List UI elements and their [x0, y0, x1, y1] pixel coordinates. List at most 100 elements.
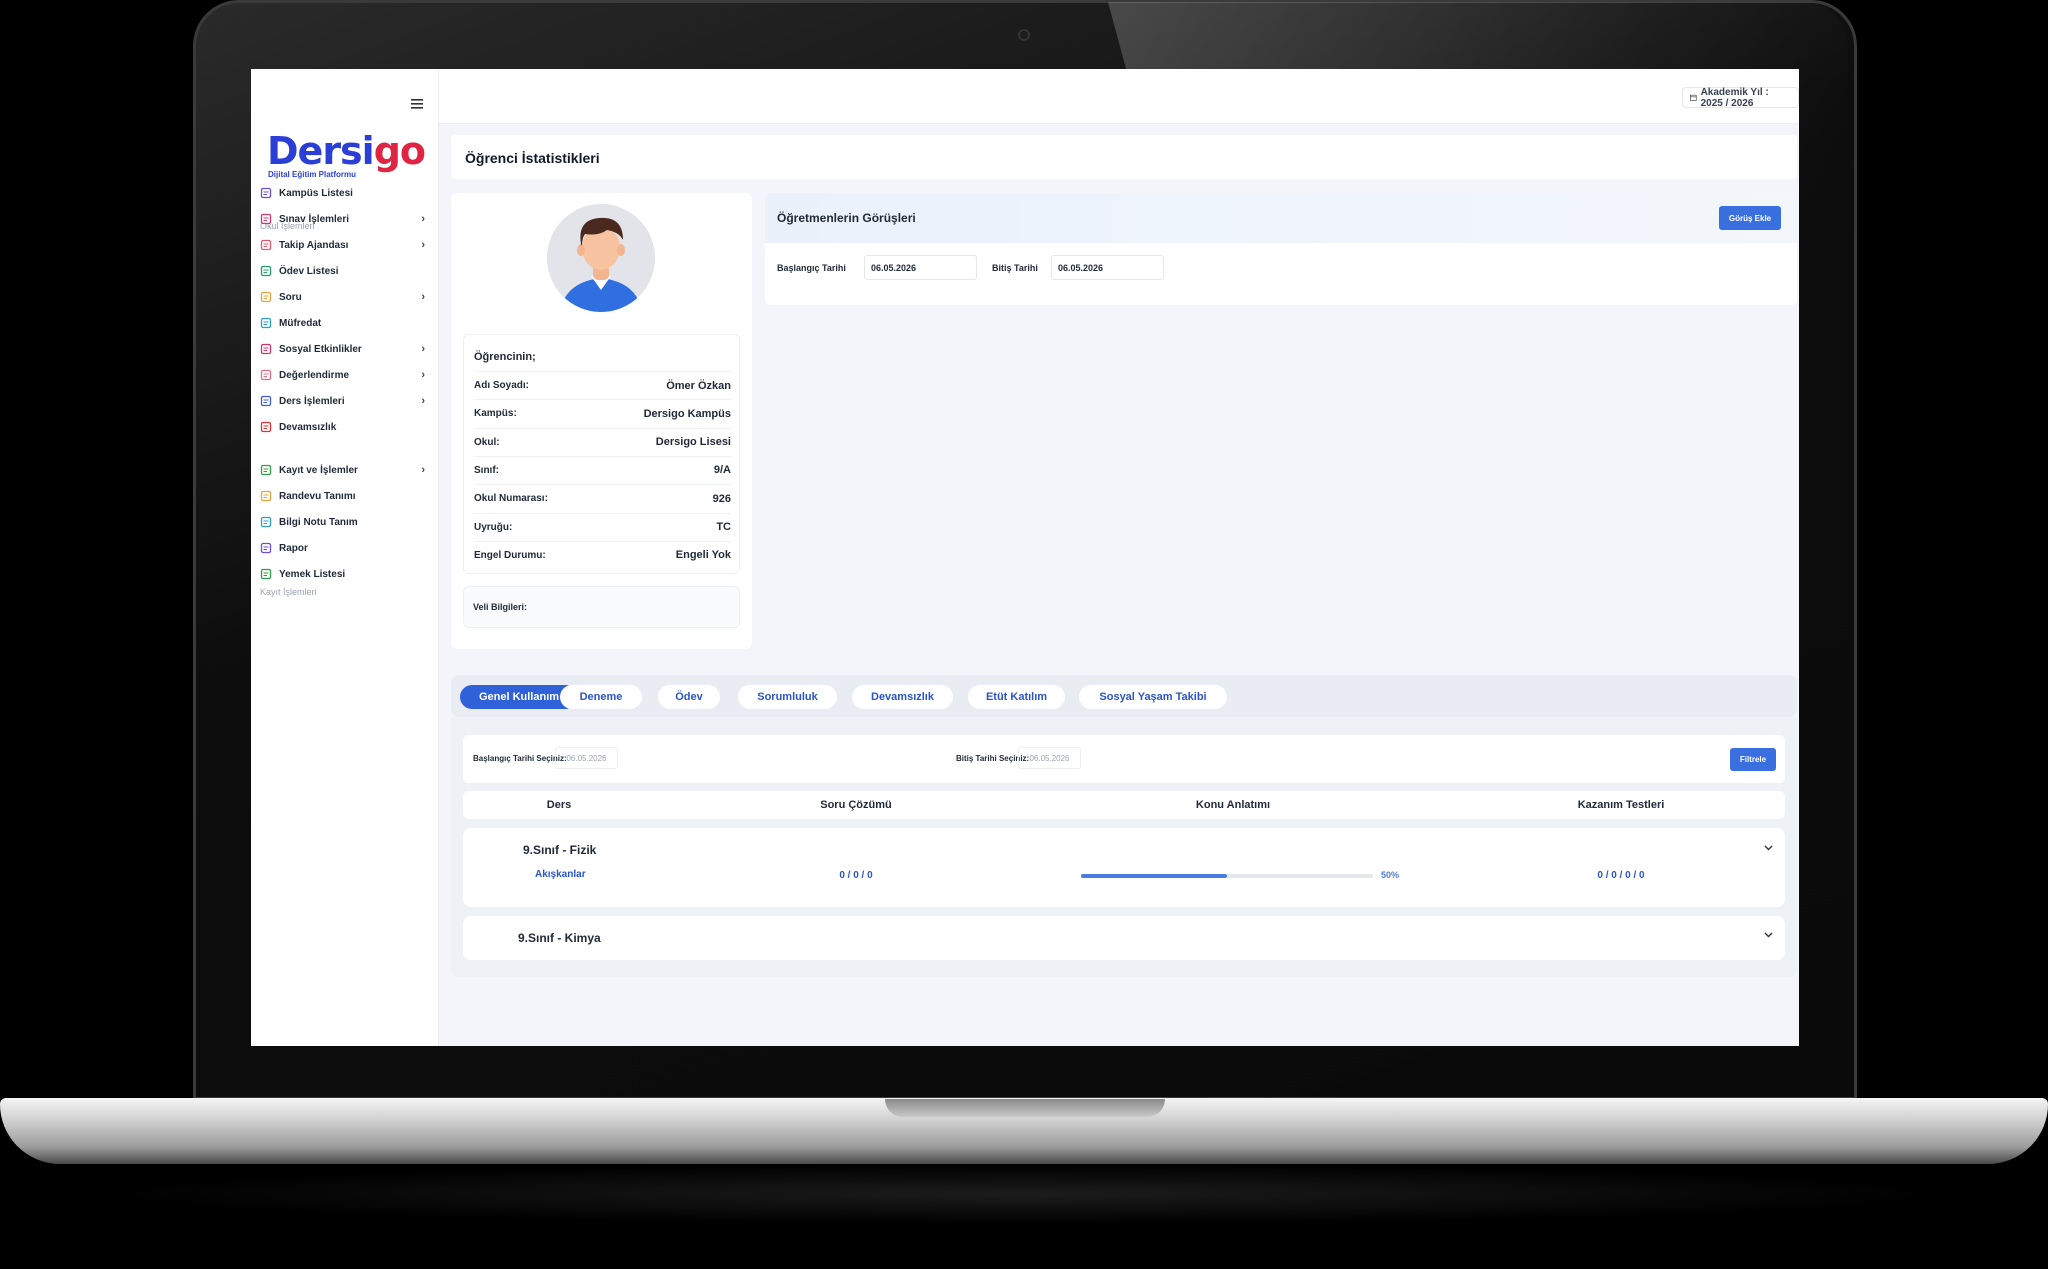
food-icon [259, 567, 273, 581]
sidebar-item-randevu-tanımı[interactable]: Randevu Tanımı [259, 484, 429, 508]
student-info-value: 9/A [713, 464, 731, 477]
stats-table-area: Başlangıç Tarihi Seçiniz: 06.05.2026 Bit… [451, 717, 1797, 977]
sidebar-item-label: Bilgi Notu Tanım [279, 516, 358, 528]
sidebar-item-yemek-listesi[interactable]: Yemek Listesi [259, 562, 429, 586]
student-info-label: Kampüs: [474, 408, 517, 420]
filter-row: Başlangıç Tarihi Seçiniz: 06.05.2026 Bit… [463, 735, 1785, 783]
calendar-icon [1690, 94, 1697, 101]
filter-button[interactable]: Filtrele [1730, 748, 1776, 771]
sidebar-item-label: Randevu Tanımı [279, 490, 356, 502]
student-info-row: Uyruğu: TC [474, 512, 731, 541]
sidebar-item-label: Sınav İşlemleri [279, 213, 350, 225]
header-ders: Ders [546, 799, 572, 811]
student-avatar-icon [547, 204, 655, 312]
hamburger-icon[interactable] [411, 97, 423, 112]
sidebar-item-label: Kayıt ve İşlemler [279, 464, 358, 476]
parent-info-label: Veli Bilgileri: [473, 602, 528, 612]
tab-devamsizlik[interactable]: Devamsızlık [852, 685, 953, 709]
parent-info-box: Veli Bilgileri: [463, 586, 740, 628]
chevron-down-icon[interactable] [1764, 929, 1773, 941]
exam-icon [259, 212, 273, 226]
logo[interactable]: Dersigo [267, 129, 426, 173]
tab-odev[interactable]: Ödev [658, 685, 720, 709]
sidebar-item-ödev-listesi[interactable]: Ödev Listesi [259, 259, 429, 283]
sidebar-item-takip-ajandası[interactable]: Takip Ajandası › [259, 233, 429, 257]
opinion-start-date-label: Başlangıç Tarihi [777, 263, 846, 273]
topic-progress-bar [1081, 874, 1373, 878]
filter-end-input[interactable]: 06.05.2026 [1018, 747, 1081, 769]
sidebar-item-rapor[interactable]: Rapor [259, 536, 429, 560]
sidebar-item-değerlendirme[interactable]: Değerlendirme › [259, 363, 429, 387]
student-info-row: Kampüs: Dersigo Kampüs [474, 399, 731, 427]
sidebar-item-ders-i-şlemleri[interactable]: Ders İşlemleri › [259, 389, 429, 413]
sidebar-item-kayıt-ve-i-şlemler[interactable]: Kayıt ve İşlemler › [259, 458, 429, 482]
header-konu-anlatimi: Konu Anlatımı [1195, 799, 1271, 811]
student-info-label: Sınıf: [474, 464, 499, 476]
logo-subtitle: Dijital Eğitim Platformu [268, 170, 357, 179]
sidebar-item-label: Ödev Listesi [279, 265, 339, 277]
academic-year-selector[interactable]: Akademik Yıl : 2025 / 2026 [1682, 87, 1799, 109]
chevron-down-icon[interactable] [1764, 842, 1773, 854]
logo-part-1: Dersi [267, 129, 375, 173]
student-info-label: Adı Soyadı: [474, 380, 530, 391]
opinion-start-date-input[interactable]: 06.05.2026 [864, 255, 977, 280]
page-title-card: Öğrenci İstatistikleri [451, 135, 1797, 179]
stats-tabs: Genel Kullanım Deneme Ödev Sorumluluk De… [451, 675, 1797, 717]
sidebar-item-sınav-i-şlemleri[interactable]: Sınav İşlemleri › [259, 207, 429, 231]
screen: Dersigo Dijital Eğitim Platformu Okul İş… [251, 69, 1799, 1046]
absence-icon [259, 420, 273, 434]
sidebar-item-sosyal-etkinlikler[interactable]: Sosyal Etkinlikler › [259, 337, 429, 361]
achievement-tests-value: 0 / 0 / 0 / 0 [1597, 870, 1645, 881]
student-info-box: Öğrencinin; Adı Soyadı: Ömer Özkan Kampüs:… [463, 334, 740, 574]
sidebar-item-label: Yemek Listesi [279, 568, 346, 580]
student-profile-card: Öğrencinin; Adı Soyadı: Ömer Özkan Kampüs:… [451, 193, 752, 649]
subject-link[interactable]: Akışkanlar [535, 869, 586, 880]
tab-sosyal-yasam-takibi[interactable]: Sosyal Yaşam Takibi [1079, 685, 1227, 709]
logo-part-2: go [373, 129, 426, 173]
chevron-right-icon: › [421, 395, 425, 407]
topic-progress-fill [1081, 874, 1227, 878]
tab-deneme[interactable]: Deneme [560, 685, 642, 709]
opinion-end-date-input[interactable]: 06.05.2026 [1051, 255, 1164, 280]
chevron-right-icon: › [421, 291, 425, 303]
user-add-icon [259, 463, 273, 477]
course-title: 9.Sınıf - Kimya [518, 931, 601, 945]
table-header: Ders Soru Çözümü Konu Anlatımı Kazanım T… [463, 791, 1785, 819]
student-info-row: Sınıf: 9/A [474, 455, 731, 484]
add-opinion-button[interactable]: Görüş Ekle [1719, 206, 1781, 230]
appointment-icon [259, 489, 273, 503]
sidebar-item-müfredat[interactable]: Müfredat [259, 311, 429, 335]
sidebar-item-label: Rapor [279, 542, 308, 554]
course-accordion-fizik[interactable]: 9.Sınıf - Fizik Akışkanlar 0 / 0 / 0 50%… [463, 828, 1785, 907]
homework-icon [259, 264, 273, 278]
student-info-value: TC [716, 521, 731, 533]
chevron-right-icon: › [421, 464, 425, 476]
chevron-right-icon: › [421, 239, 425, 251]
sidebar-item-kampüs-listesi[interactable]: Kampüs Listesi [259, 181, 429, 205]
note-icon [259, 515, 273, 529]
course-accordion-kimya[interactable]: 9.Sınıf - Kimya [463, 916, 1785, 960]
sidebar-item-label: Değerlendirme [279, 369, 350, 381]
student-info-label: Okul Numarası: [474, 493, 548, 505]
filter-start-input[interactable]: 06.05.2026 [555, 747, 618, 769]
tab-sorumluluk[interactable]: Sorumluluk [738, 685, 837, 709]
teacher-opinions-title: Öğretmenlerin Görüşleri [777, 211, 916, 225]
list-icon [259, 238, 273, 252]
question-icon [259, 290, 273, 304]
sidebar-item-label: Kampüs Listesi [279, 187, 353, 199]
question-solving-value: 0 / 0 / 0 [839, 870, 873, 881]
student-info-value: Ömer Özkan [666, 379, 731, 392]
sidebar-item-soru[interactable]: Soru › [259, 285, 429, 309]
tab-etut-katilim[interactable]: Etüt Katılım [968, 685, 1065, 709]
sidebar-item-bilgi-notu-tanım[interactable]: Bilgi Notu Tanım [259, 510, 429, 534]
sidebar-item-label: Soru [279, 291, 302, 303]
page-title: Öğrenci İstatistikleri [465, 150, 600, 166]
chevron-right-icon: › [421, 213, 425, 225]
sidebar-item-label: Devamsızlık [279, 421, 337, 433]
student-info-row: Adı Soyadı: Ömer Özkan [474, 371, 731, 399]
book-icon [259, 394, 273, 408]
sidebar-item-devamsızlık[interactable]: Devamsızlık [259, 415, 429, 439]
building-icon [259, 186, 273, 200]
topbar: Akademik Yıl : 2025 / 2026 [439, 69, 1799, 124]
chevron-right-icon: › [421, 343, 425, 355]
